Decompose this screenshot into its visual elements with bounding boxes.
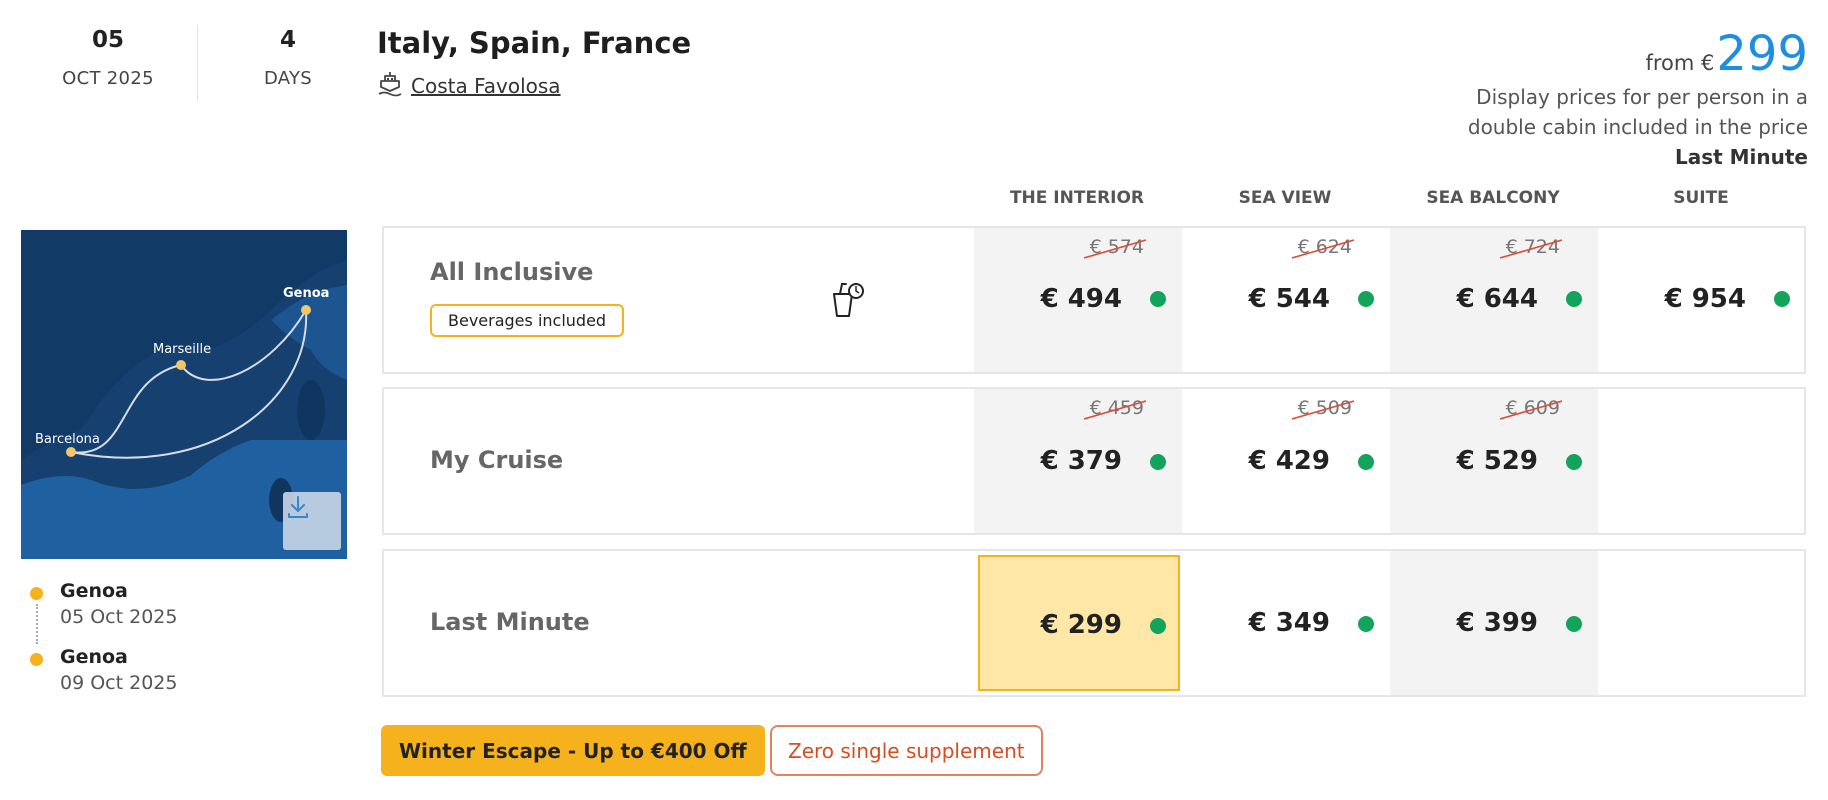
ship-icon [377, 70, 403, 102]
price-cell-empty [1598, 551, 1806, 695]
beverages-badge: Beverages included [430, 304, 625, 337]
ship-link[interactable]: Costa Favolosa [377, 70, 561, 102]
map-download-button[interactable] [283, 492, 341, 550]
strikethrough [1500, 400, 1562, 420]
from-label: from € [1645, 51, 1715, 75]
column-header-sea-balcony: SEA BALCONY [1426, 188, 1560, 208]
map-label-barcelona: Barcelona [35, 432, 100, 447]
fare-row-all-inclusive: All Inclusive Beverages included € 574 €… [382, 226, 1806, 374]
fare-row-last-minute: Last Minute € 299 € 349 € 399 [382, 549, 1806, 697]
price-value: € 494 [1040, 284, 1122, 314]
availability-dot [1150, 291, 1166, 307]
duration-unit: DAYS [263, 68, 313, 89]
stop-city: Genoa [60, 580, 128, 602]
stop-date: 09 Oct 2025 [60, 672, 178, 694]
cruise-duration: 4 DAYS [208, 26, 368, 89]
price-cell[interactable]: € 399 [1390, 551, 1598, 695]
price-value: € 379 [1040, 446, 1122, 476]
price-cell[interactable]: € 574 € 494 [974, 228, 1182, 372]
price-note-line1: Display prices for per person in a [1476, 85, 1808, 109]
itinerary-stop: Genoa 09 Oct 2025 [26, 644, 177, 710]
price-value: € 299 [1040, 610, 1122, 640]
zero-single-supplement-promo[interactable]: Zero single supplement [770, 725, 1043, 776]
map-label-marseille: Marseille [153, 342, 212, 357]
price-cell[interactable]: € 609 € 529 [1390, 389, 1598, 533]
column-header-suite: SUITE [1673, 188, 1729, 208]
fare-name: Last Minute [430, 608, 590, 636]
from-price: 299 [1716, 26, 1808, 82]
strikethrough [1292, 400, 1354, 420]
departure-month-year: OCT 2025 [62, 68, 154, 89]
fare-name: My Cruise [430, 446, 564, 474]
price-value: € 349 [1248, 608, 1330, 638]
price-value: € 529 [1456, 446, 1538, 476]
availability-dot [1358, 454, 1374, 470]
price-value: € 544 [1248, 284, 1330, 314]
price-tag: Last Minute [1674, 145, 1808, 169]
price-summary: from € 299 Display prices for per person… [1368, 28, 1808, 172]
stop-city: Genoa [60, 646, 128, 668]
price-cell[interactable]: € 724 € 644 [1390, 228, 1598, 372]
strikethrough [1500, 239, 1562, 259]
availability-dot [1774, 291, 1790, 307]
strikethrough [1084, 239, 1146, 259]
availability-dot [1150, 618, 1166, 634]
column-header-interior: THE INTERIOR [1009, 188, 1145, 208]
departure-date: 05 OCT 2025 [28, 26, 188, 89]
availability-dot [1566, 616, 1582, 632]
price-cell-empty [1598, 389, 1806, 533]
price-value: € 644 [1456, 284, 1538, 314]
strikethrough [1292, 239, 1354, 259]
price-cell[interactable]: € 954 [1598, 228, 1806, 372]
availability-dot [1358, 616, 1374, 632]
price-cell[interactable]: € 509 € 429 [1182, 389, 1390, 533]
duration-value: 4 [279, 27, 296, 53]
price-cell-selected[interactable]: € 299 [978, 555, 1180, 691]
map-label-genoa: Genoa [283, 286, 330, 301]
ship-name[interactable]: Costa Favolosa [411, 74, 561, 98]
availability-dot [1150, 454, 1166, 470]
stop-date: 05 Oct 2025 [60, 606, 178, 628]
price-cell[interactable]: € 459 € 379 [974, 389, 1182, 533]
itinerary-stop: Genoa 05 Oct 2025 [26, 578, 177, 644]
stop-marker [30, 653, 43, 666]
strikethrough [1084, 400, 1146, 420]
header-divider [197, 25, 198, 101]
beverage-icon [826, 280, 866, 324]
price-cell[interactable]: € 624 € 544 [1182, 228, 1390, 372]
itinerary: Genoa 05 Oct 2025 Genoa 09 Oct 2025 [26, 578, 177, 710]
price-cell[interactable]: € 349 [1182, 551, 1390, 695]
route-map[interactable]: Genoa Marseille Barcelona [21, 230, 347, 559]
availability-dot [1566, 291, 1582, 307]
column-header-sea-view: SEA VIEW [1238, 188, 1332, 208]
price-value: € 954 [1664, 284, 1746, 314]
winter-escape-promo[interactable]: Winter Escape - Up to €400 Off [381, 725, 765, 776]
fare-name: All Inclusive [430, 258, 594, 286]
fare-row-my-cruise: My Cruise € 459 € 379 € 509 € 429 € 609 … [382, 387, 1806, 535]
price-note-line2: double cabin included in the price [1467, 115, 1808, 139]
price-value: € 429 [1248, 446, 1330, 476]
stop-connector [36, 604, 38, 644]
departure-day: 05 [91, 27, 124, 53]
price-value: € 399 [1456, 608, 1538, 638]
cruise-title: Italy, Spain, France [377, 26, 692, 60]
availability-dot [1358, 291, 1374, 307]
availability-dot [1566, 454, 1582, 470]
stop-marker [30, 587, 43, 600]
